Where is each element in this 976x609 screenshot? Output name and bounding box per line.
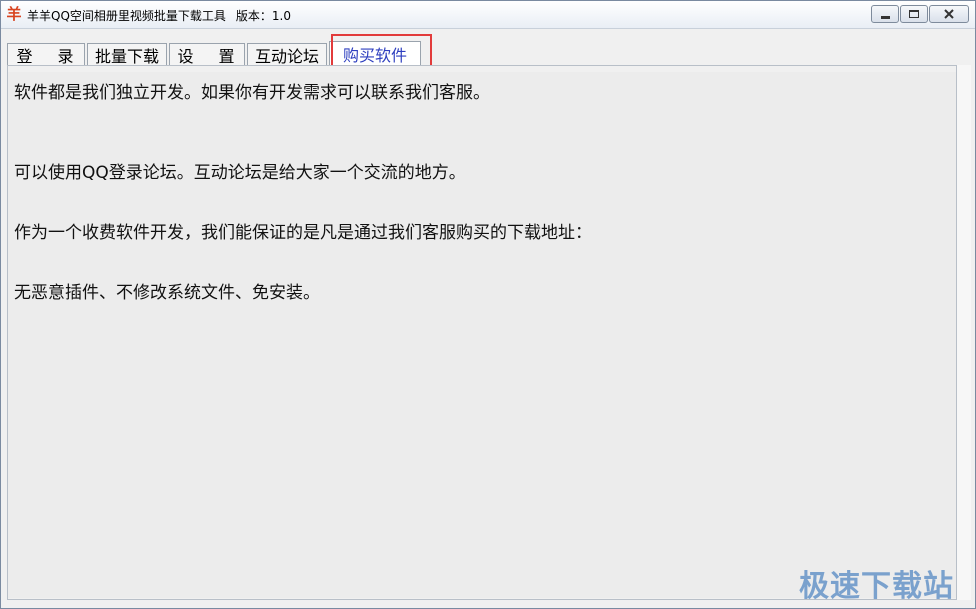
minimize-button[interactable] [871, 5, 899, 23]
minimize-icon [880, 15, 890, 19]
close-button[interactable] [929, 5, 969, 23]
scroll-strip [957, 65, 971, 600]
tab-settings[interactable]: 设 置 [169, 43, 245, 66]
content-line: 无恶意插件、不修改系统文件、免安装。 [14, 283, 320, 303]
tab-purchase[interactable]: 购买软件 [329, 41, 421, 65]
close-icon [944, 9, 954, 19]
title-bar[interactable]: 羊 羊羊QQ空间相册里视频批量下载工具 版本：1.0 [1, 1, 975, 29]
window-controls [870, 5, 969, 23]
watermark: 极速下载站 [799, 569, 954, 604]
content-line: 作为一个收费软件开发，我们能保证的是凡是通过我们客服购买的下载地址： [14, 223, 592, 243]
app-title: 羊羊QQ空间相册里视频批量下载工具 [27, 9, 226, 23]
content-text-area: 软件都是我们独立开发。如果你有开发需求可以联系我们客服。 可以使用QQ登录论坛。… [8, 72, 956, 598]
tab-forum[interactable]: 互动论坛 [247, 43, 327, 66]
sheep-app-icon: 羊 [6, 5, 22, 23]
app-window: 羊 羊羊QQ空间相册里视频批量下载工具 版本：1.0 登 录 批量下载 设 置 互… [0, 0, 976, 609]
window-title: 羊羊QQ空间相册里视频批量下载工具 版本：1.0 [27, 7, 291, 24]
content-line: 可以使用QQ登录论坛。互动论坛是给大家一个交流的地方。 [14, 163, 466, 183]
tab-login[interactable]: 登 录 [7, 43, 85, 66]
tab-bar: 登 录 批量下载 设 置 互动论坛 购买软件 [7, 41, 423, 66]
maximize-icon [909, 10, 919, 18]
app-version: 版本：1.0 [235, 9, 291, 23]
maximize-button[interactable] [900, 5, 928, 23]
content-line: 软件都是我们独立开发。如果你有开发需求可以联系我们客服。 [14, 83, 490, 103]
content-panel: 软件都是我们独立开发。如果你有开发需求可以联系我们客服。 可以使用QQ登录论坛。… [7, 65, 957, 600]
tab-batch-download[interactable]: 批量下载 [87, 43, 167, 66]
